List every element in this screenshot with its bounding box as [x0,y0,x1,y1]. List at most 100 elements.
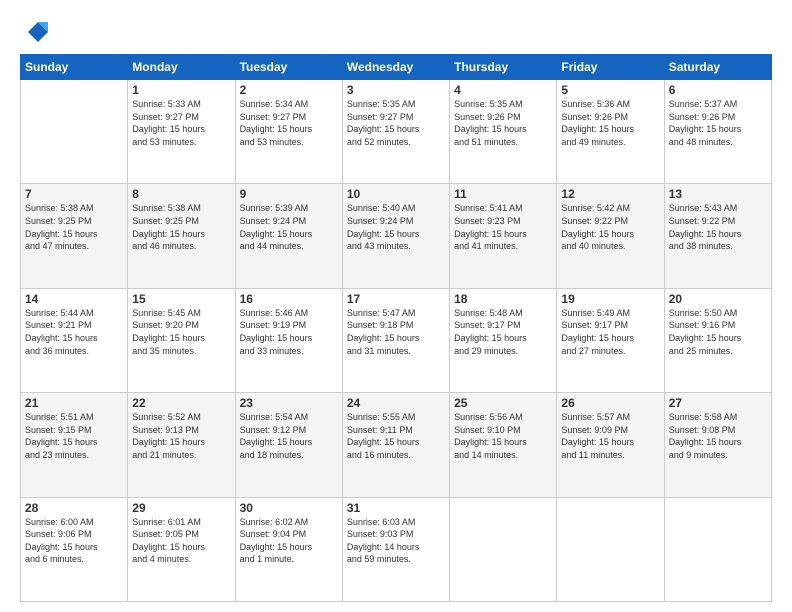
calendar-cell: 18Sunrise: 5:48 AMSunset: 9:17 PMDayligh… [450,288,557,392]
calendar-cell: 30Sunrise: 6:02 AMSunset: 9:04 PMDayligh… [235,497,342,601]
day-number: 15 [132,292,230,306]
day-number: 30 [240,501,338,515]
cell-info: Sunrise: 5:46 AMSunset: 9:19 PMDaylight:… [240,307,338,357]
day-number: 26 [561,396,659,410]
cell-info: Sunrise: 5:34 AMSunset: 9:27 PMDaylight:… [240,98,338,148]
col-header-saturday: Saturday [664,55,771,80]
calendar-cell: 25Sunrise: 5:56 AMSunset: 9:10 PMDayligh… [450,393,557,497]
cell-info: Sunrise: 5:44 AMSunset: 9:21 PMDaylight:… [25,307,123,357]
day-number: 18 [454,292,552,306]
calendar-cell: 7Sunrise: 5:38 AMSunset: 9:25 PMDaylight… [21,184,128,288]
day-number: 19 [561,292,659,306]
calendar-table: SundayMondayTuesdayWednesdayThursdayFrid… [20,54,772,602]
calendar-cell: 23Sunrise: 5:54 AMSunset: 9:12 PMDayligh… [235,393,342,497]
day-number: 13 [669,187,767,201]
cell-info: Sunrise: 5:39 AMSunset: 9:24 PMDaylight:… [240,202,338,252]
calendar-week-2: 14Sunrise: 5:44 AMSunset: 9:21 PMDayligh… [21,288,772,392]
day-number: 9 [240,187,338,201]
calendar-cell: 6Sunrise: 5:37 AMSunset: 9:26 PMDaylight… [664,80,771,184]
day-number: 5 [561,83,659,97]
cell-info: Sunrise: 6:03 AMSunset: 9:03 PMDaylight:… [347,516,445,566]
day-number: 25 [454,396,552,410]
cell-info: Sunrise: 6:01 AMSunset: 9:05 PMDaylight:… [132,516,230,566]
calendar-week-4: 28Sunrise: 6:00 AMSunset: 9:06 PMDayligh… [21,497,772,601]
day-number: 28 [25,501,123,515]
day-number: 17 [347,292,445,306]
logo [20,18,52,46]
day-number: 27 [669,396,767,410]
cell-info: Sunrise: 5:33 AMSunset: 9:27 PMDaylight:… [132,98,230,148]
cell-info: Sunrise: 5:54 AMSunset: 9:12 PMDaylight:… [240,411,338,461]
calendar-week-1: 7Sunrise: 5:38 AMSunset: 9:25 PMDaylight… [21,184,772,288]
cell-info: Sunrise: 5:45 AMSunset: 9:20 PMDaylight:… [132,307,230,357]
calendar-cell: 8Sunrise: 5:38 AMSunset: 9:25 PMDaylight… [128,184,235,288]
logo-icon [20,18,48,46]
calendar-cell [21,80,128,184]
calendar-week-0: 1Sunrise: 5:33 AMSunset: 9:27 PMDaylight… [21,80,772,184]
day-number: 4 [454,83,552,97]
calendar-cell: 28Sunrise: 6:00 AMSunset: 9:06 PMDayligh… [21,497,128,601]
day-number: 21 [25,396,123,410]
calendar-body: 1Sunrise: 5:33 AMSunset: 9:27 PMDaylight… [21,80,772,602]
cell-info: Sunrise: 5:37 AMSunset: 9:26 PMDaylight:… [669,98,767,148]
cell-info: Sunrise: 5:49 AMSunset: 9:17 PMDaylight:… [561,307,659,357]
calendar-header-row: SundayMondayTuesdayWednesdayThursdayFrid… [21,55,772,80]
calendar-cell [557,497,664,601]
day-number: 31 [347,501,445,515]
day-number: 1 [132,83,230,97]
cell-info: Sunrise: 5:36 AMSunset: 9:26 PMDaylight:… [561,98,659,148]
calendar-cell: 20Sunrise: 5:50 AMSunset: 9:16 PMDayligh… [664,288,771,392]
calendar-cell: 13Sunrise: 5:43 AMSunset: 9:22 PMDayligh… [664,184,771,288]
cell-info: Sunrise: 5:38 AMSunset: 9:25 PMDaylight:… [25,202,123,252]
cell-info: Sunrise: 5:55 AMSunset: 9:11 PMDaylight:… [347,411,445,461]
calendar-cell: 2Sunrise: 5:34 AMSunset: 9:27 PMDaylight… [235,80,342,184]
cell-info: Sunrise: 5:41 AMSunset: 9:23 PMDaylight:… [454,202,552,252]
day-number: 29 [132,501,230,515]
col-header-wednesday: Wednesday [342,55,449,80]
calendar-cell [450,497,557,601]
calendar-cell [664,497,771,601]
calendar-cell: 15Sunrise: 5:45 AMSunset: 9:20 PMDayligh… [128,288,235,392]
day-number: 2 [240,83,338,97]
calendar-week-3: 21Sunrise: 5:51 AMSunset: 9:15 PMDayligh… [21,393,772,497]
calendar-cell: 12Sunrise: 5:42 AMSunset: 9:22 PMDayligh… [557,184,664,288]
calendar-cell: 26Sunrise: 5:57 AMSunset: 9:09 PMDayligh… [557,393,664,497]
day-number: 20 [669,292,767,306]
day-number: 24 [347,396,445,410]
calendar-cell: 19Sunrise: 5:49 AMSunset: 9:17 PMDayligh… [557,288,664,392]
cell-info: Sunrise: 5:47 AMSunset: 9:18 PMDaylight:… [347,307,445,357]
calendar-cell: 9Sunrise: 5:39 AMSunset: 9:24 PMDaylight… [235,184,342,288]
day-number: 16 [240,292,338,306]
cell-info: Sunrise: 5:57 AMSunset: 9:09 PMDaylight:… [561,411,659,461]
cell-info: Sunrise: 5:38 AMSunset: 9:25 PMDaylight:… [132,202,230,252]
day-number: 10 [347,187,445,201]
calendar-cell: 10Sunrise: 5:40 AMSunset: 9:24 PMDayligh… [342,184,449,288]
day-number: 7 [25,187,123,201]
day-number: 23 [240,396,338,410]
cell-info: Sunrise: 5:40 AMSunset: 9:24 PMDaylight:… [347,202,445,252]
cell-info: Sunrise: 6:02 AMSunset: 9:04 PMDaylight:… [240,516,338,566]
day-number: 6 [669,83,767,97]
cell-info: Sunrise: 5:35 AMSunset: 9:27 PMDaylight:… [347,98,445,148]
calendar-cell: 22Sunrise: 5:52 AMSunset: 9:13 PMDayligh… [128,393,235,497]
day-number: 3 [347,83,445,97]
page: SundayMondayTuesdayWednesdayThursdayFrid… [0,0,792,612]
col-header-monday: Monday [128,55,235,80]
calendar-cell: 17Sunrise: 5:47 AMSunset: 9:18 PMDayligh… [342,288,449,392]
cell-info: Sunrise: 5:51 AMSunset: 9:15 PMDaylight:… [25,411,123,461]
cell-info: Sunrise: 5:56 AMSunset: 9:10 PMDaylight:… [454,411,552,461]
day-number: 12 [561,187,659,201]
cell-info: Sunrise: 5:58 AMSunset: 9:08 PMDaylight:… [669,411,767,461]
calendar-cell: 21Sunrise: 5:51 AMSunset: 9:15 PMDayligh… [21,393,128,497]
col-header-friday: Friday [557,55,664,80]
day-number: 11 [454,187,552,201]
day-number: 8 [132,187,230,201]
calendar-cell: 24Sunrise: 5:55 AMSunset: 9:11 PMDayligh… [342,393,449,497]
calendar-cell: 27Sunrise: 5:58 AMSunset: 9:08 PMDayligh… [664,393,771,497]
cell-info: Sunrise: 5:43 AMSunset: 9:22 PMDaylight:… [669,202,767,252]
header [20,18,772,46]
calendar-cell: 4Sunrise: 5:35 AMSunset: 9:26 PMDaylight… [450,80,557,184]
cell-info: Sunrise: 6:00 AMSunset: 9:06 PMDaylight:… [25,516,123,566]
calendar-cell: 1Sunrise: 5:33 AMSunset: 9:27 PMDaylight… [128,80,235,184]
col-header-tuesday: Tuesday [235,55,342,80]
